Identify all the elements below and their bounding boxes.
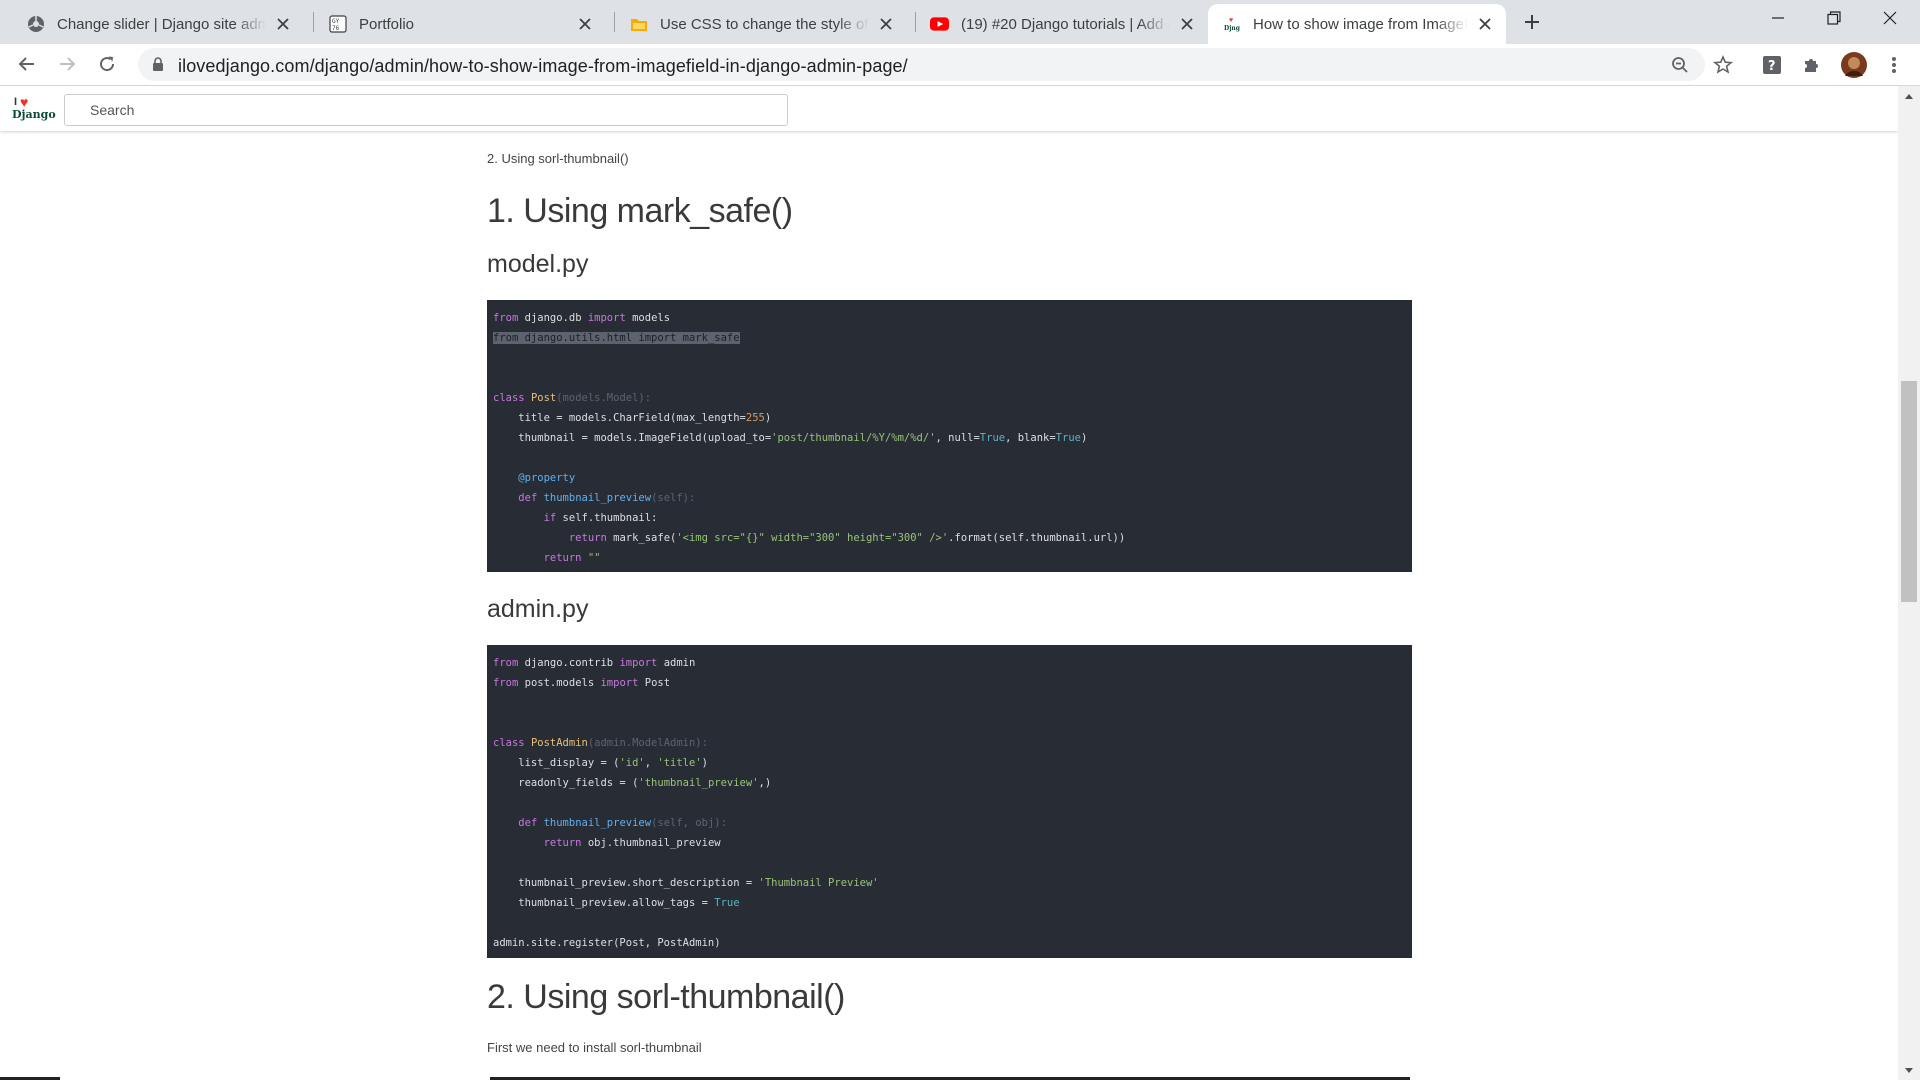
- tab-title: (19) #20 Django tutorials | Add an image: [961, 15, 1170, 33]
- portfolio-icon: GY 76: [328, 15, 347, 34]
- code-line: admin.site.register(Post, PostAdmin): [493, 937, 721, 949]
- code-line: return mark_safe('<img src="{}" width="3…: [568, 532, 1126, 544]
- youtube-icon: [930, 15, 949, 34]
- code-line: @property: [518, 472, 576, 484]
- restore-icon: [1827, 11, 1841, 25]
- code-line: list_display = ('id', 'title'): [493, 757, 708, 769]
- code-line: thumbnail = models.ImageField(upload_to=…: [493, 432, 1088, 444]
- code-line: def thumbnail_preview(self, obj):: [518, 817, 727, 829]
- zoom-icon[interactable]: [1668, 53, 1692, 77]
- tab-django-admin[interactable]: Change slider | Django site admin: [12, 4, 304, 44]
- logo-word: Django: [12, 108, 56, 121]
- code-line: thumbnail_preview.short_description = 'T…: [493, 877, 879, 889]
- site-header: I ♥ Django: [0, 86, 1898, 131]
- code-line: title = models.CharField(max_length=255): [493, 412, 772, 424]
- close-icon[interactable]: [274, 15, 292, 33]
- code-line: return obj.thumbnail_preview: [543, 837, 721, 849]
- tab-ilovedjango[interactable]: ♥Djng How to show image from ImageField …: [1208, 4, 1506, 44]
- ilovedjango-icon: ♥ Djng: [1222, 15, 1241, 34]
- tab-youtube-video[interactable]: (19) #20 Django tutorials | Add an image: [916, 4, 1208, 44]
- code-line-selected: from django.utils.html import mark_safe: [493, 332, 740, 344]
- help-extension-icon[interactable]: ?: [1760, 53, 1784, 77]
- svg-text:76: 76: [332, 25, 340, 32]
- tab-css-row-style[interactable]: Use CSS to change the style of each row: [615, 4, 907, 44]
- model-file-heading: model.py: [487, 250, 589, 278]
- reload-button[interactable]: [93, 50, 121, 78]
- site-logo[interactable]: I ♥ Django: [10, 94, 56, 126]
- close-icon[interactable]: [877, 15, 895, 33]
- new-tab-button[interactable]: [1520, 10, 1544, 34]
- profile-avatar[interactable]: [1840, 51, 1868, 79]
- address-bar[interactable]: ilovedjango.com/django/admin/how-to-show…: [138, 48, 1705, 81]
- tab-title: Portfolio: [359, 15, 415, 33]
- svg-text:GY: GY: [332, 18, 340, 25]
- scroll-up-arrow-icon[interactable]: [1905, 94, 1913, 99]
- svg-text:♥: ♥: [1229, 17, 1233, 24]
- install-instruction: First we need to install sorl-thumbnail: [487, 1040, 702, 1055]
- close-icon: [1883, 11, 1897, 25]
- svg-text:Djng: Djng: [1224, 25, 1241, 32]
- admin-file-heading: admin.py: [487, 595, 589, 623]
- tab-title: How to show image from ImageField in Dja…: [1253, 15, 1468, 33]
- code-line: from django.db import models: [493, 312, 671, 324]
- forward-button[interactable]: [53, 50, 81, 78]
- tab-title: Use CSS to change the style of each row: [660, 15, 869, 33]
- page-scrollbar[interactable]: [1898, 86, 1920, 1080]
- code-line: from post.models import Post: [493, 677, 671, 689]
- reload-icon: [100, 56, 115, 72]
- search-box: [64, 94, 788, 126]
- code-line: def thumbnail_preview(self):: [518, 492, 696, 504]
- minimize-icon: [1772, 17, 1784, 19]
- code-line: readonly_fields = ('thumbnail_preview',): [493, 777, 772, 789]
- tab-title: Change slider | Django site admin: [57, 15, 266, 33]
- django-admin-icon: [26, 15, 45, 34]
- back-button[interactable]: [13, 50, 41, 78]
- restore-button[interactable]: [1806, 0, 1862, 36]
- close-window-button[interactable]: [1862, 0, 1918, 36]
- search-input[interactable]: [65, 95, 787, 125]
- browser-toolbar: ilovedjango.com/django/admin/how-to-show…: [0, 44, 1920, 86]
- scroll-down-arrow-icon[interactable]: [1905, 1068, 1913, 1073]
- code-line: from django.contrib import admin: [493, 657, 696, 669]
- model-code: from django.db import models from django…: [493, 308, 1406, 568]
- tab-portfolio[interactable]: GY 76 Portfolio: [314, 4, 606, 44]
- admin-code-block: from django.contrib import admin from po…: [487, 645, 1412, 958]
- arrow-right-icon: [60, 57, 76, 71]
- logo-letter: I: [14, 96, 18, 108]
- svg-text:?: ?: [1768, 59, 1776, 74]
- admin-code: from django.contrib import admin from po…: [493, 653, 1406, 953]
- section-heading-sorl-thumbnail: 2. Using sorl-thumbnail(): [487, 978, 845, 1016]
- extensions-puzzle-icon[interactable]: [1800, 53, 1824, 77]
- arrow-left-icon: [18, 57, 34, 71]
- browser-menu-icon[interactable]: [1882, 53, 1906, 77]
- code-line: class PostAdmin(admin.ModelAdmin):: [493, 737, 708, 749]
- heart-icon: ♥: [20, 94, 29, 110]
- bookmark-star-icon[interactable]: [1711, 53, 1735, 77]
- url-text: ilovedjango.com/django/admin/how-to-show…: [178, 56, 908, 76]
- code-line: class Post(models.Model):: [493, 392, 652, 404]
- code-line: thumbnail_preview.allow_tags = True: [493, 897, 740, 909]
- close-icon[interactable]: [1178, 15, 1196, 33]
- section-heading-mark-safe: 1. Using mark_safe(): [487, 192, 793, 230]
- model-code-block: from django.db import models from django…: [487, 300, 1412, 572]
- folder-icon: [629, 15, 648, 34]
- scrollbar-thumb[interactable]: [1901, 381, 1917, 602]
- lock-icon[interactable]: [152, 57, 164, 76]
- plus-icon: [1525, 15, 1539, 29]
- tab-strip: Change slider | Django site admin GY 76 P…: [0, 0, 1920, 44]
- close-icon[interactable]: [576, 15, 594, 33]
- code-line: return "": [543, 552, 601, 564]
- code-line: if self.thumbnail:: [543, 512, 658, 524]
- toc-item-sorl-thumbnail[interactable]: 2. Using sorl-thumbnail(): [487, 151, 629, 166]
- minimize-button[interactable]: [1750, 0, 1806, 36]
- close-icon[interactable]: [1476, 15, 1494, 33]
